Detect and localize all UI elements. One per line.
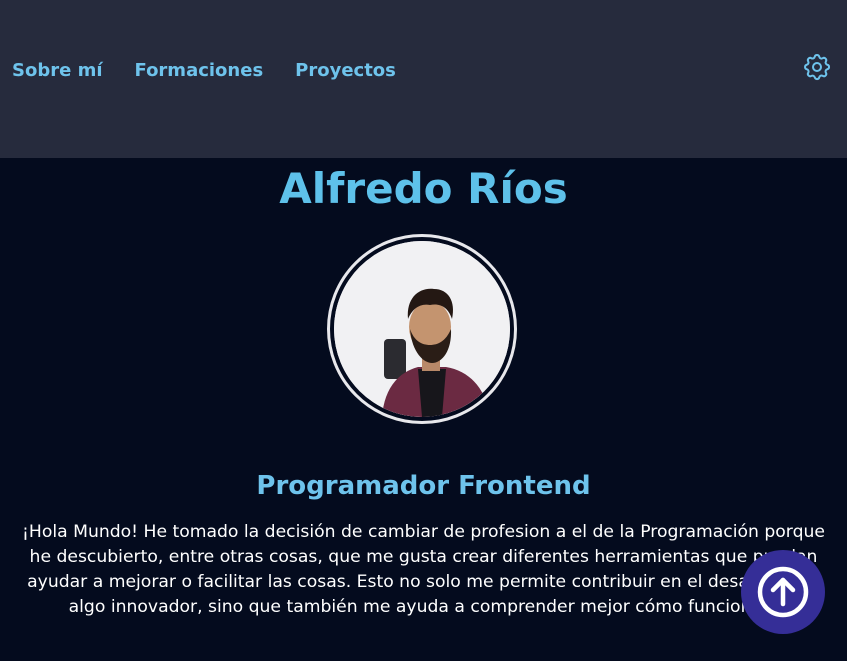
avatar — [334, 241, 510, 417]
top-navbar: Sobre mí Formaciones Proyectos — [0, 0, 847, 158]
nav-link-proyectos[interactable]: Proyectos — [295, 58, 396, 84]
nav-link-sobre-mi[interactable]: Sobre mí — [12, 58, 103, 84]
profile-name: Alfredo Ríos — [279, 164, 568, 213]
gear-icon — [804, 54, 831, 81]
profile-role: Programador Frontend — [256, 471, 591, 501]
settings-button[interactable] — [801, 51, 833, 83]
profile-bio: ¡Hola Mundo! He tomado la decisión de ca… — [22, 522, 825, 617]
avatar-photo — [334, 241, 510, 417]
arrow-up-circle-icon — [757, 566, 809, 618]
nav-link-formaciones[interactable]: Formaciones — [135, 58, 264, 84]
profile-section: Alfredo Ríos Programador Frontend ¡Hola … — [0, 158, 847, 661]
scroll-to-top-button[interactable] — [741, 550, 825, 634]
main-nav: Sobre mí Formaciones Proyectos — [12, 58, 428, 84]
avatar-frame — [327, 234, 517, 424]
